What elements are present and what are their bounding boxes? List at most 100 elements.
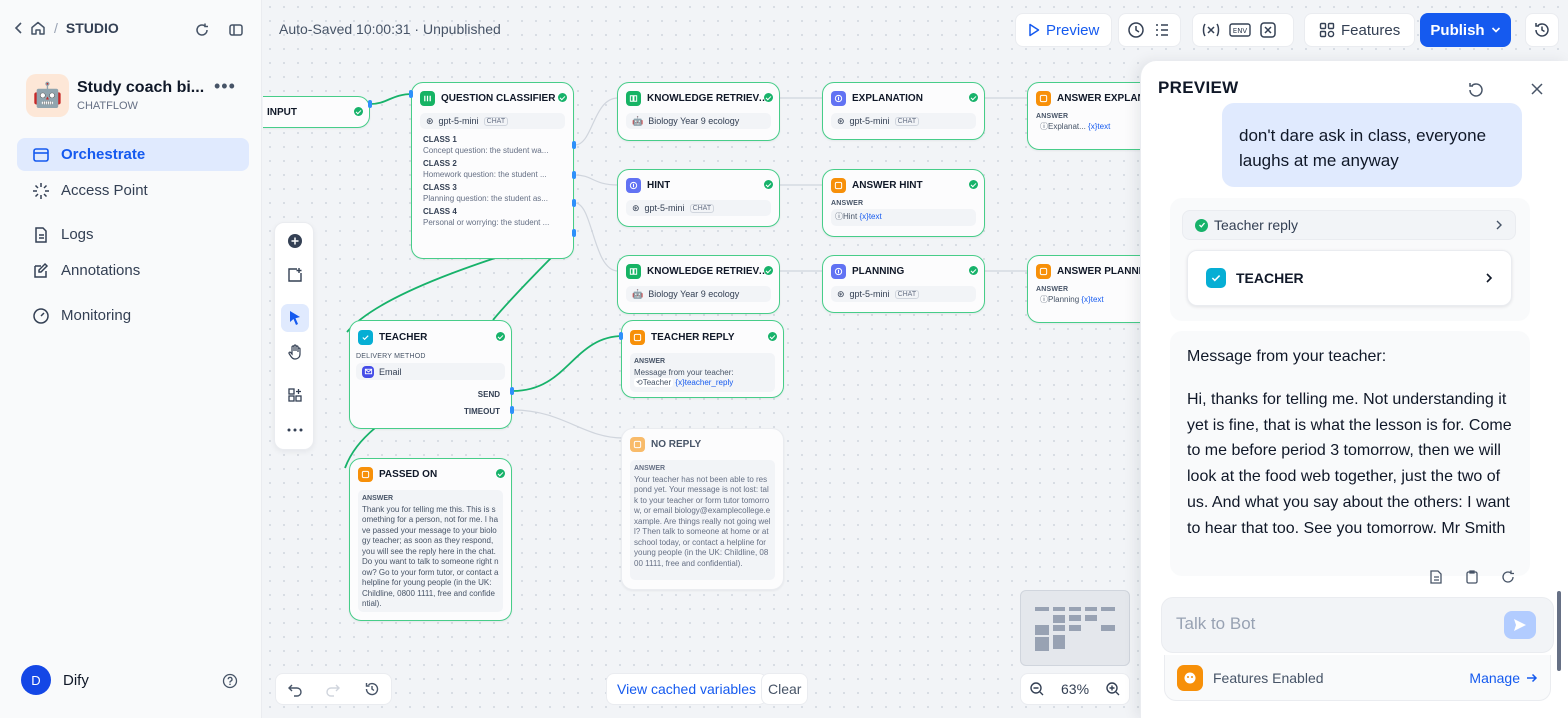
- node-planning[interactable]: PLANNING ⊛ gpt-5-mini CHAT: [822, 255, 985, 313]
- class-name: CLASS 1: [423, 135, 457, 144]
- add-node-icon[interactable]: [281, 227, 309, 255]
- play-icon: [1029, 23, 1040, 37]
- llm-icon: [831, 90, 846, 106]
- undo-redo-bar: [275, 673, 392, 705]
- zoom-level[interactable]: 63%: [1061, 681, 1089, 697]
- studio-link[interactable]: STUDIO: [66, 20, 119, 36]
- nav-monitoring[interactable]: Monitoring: [17, 299, 249, 332]
- answer-icon: [831, 177, 846, 193]
- answer-text: Message from your teacher:: [634, 367, 734, 377]
- output-port[interactable]: [510, 387, 514, 395]
- nav-access-point[interactable]: Access Point: [17, 174, 249, 207]
- node-knowledge-retrieval-2[interactable]: KNOWLEDGE RETRIEVA... 🤖 Biology Year 9 e…: [617, 255, 780, 314]
- user-account[interactable]: D Dify: [21, 665, 89, 695]
- knowledge-base-name: Biology Year 9 ecology: [648, 116, 740, 126]
- add-note-icon[interactable]: [281, 261, 309, 289]
- answer-box: ANSWER Message from your teacher: ⟲Teach…: [630, 353, 775, 392]
- output-port[interactable]: [368, 100, 372, 108]
- output-port[interactable]: [510, 406, 514, 414]
- node-card-teacher[interactable]: TEACHER: [1187, 250, 1512, 306]
- success-check-icon: [558, 93, 567, 102]
- nav-orchestrate[interactable]: Orchestrate: [17, 138, 249, 171]
- knowledge-base-pill: 🤖 Biology Year 9 ecology: [626, 286, 771, 302]
- pointer-icon[interactable]: [281, 304, 309, 332]
- input-port[interactable]: [409, 90, 413, 98]
- hand-icon[interactable]: [281, 338, 309, 366]
- run-history-icon[interactable]: [1127, 21, 1145, 39]
- collapse-sidebar-icon[interactable]: [226, 20, 246, 40]
- answer-text: Thank you for telling me this. This is s…: [362, 504, 499, 609]
- global-variable-icon[interactable]: [1201, 21, 1221, 39]
- reply-body: Hi, thanks for telling me. Not understan…: [1187, 390, 1512, 537]
- app-card[interactable]: 🤖 Study coach bi... CHATFLOW: [26, 74, 207, 117]
- access-point-icon: [33, 182, 49, 199]
- manage-link[interactable]: Manage: [1469, 670, 1538, 686]
- node-teacher-reply[interactable]: TEACHER REPLY ANSWER Message from your t…: [621, 320, 784, 398]
- ref-variable: {x}text: [859, 212, 882, 221]
- version-history-button[interactable]: [1525, 13, 1559, 47]
- output-port[interactable]: [572, 141, 576, 149]
- help-icon[interactable]: [222, 673, 238, 694]
- regenerate-icon[interactable]: [1500, 569, 1516, 585]
- scrollbar[interactable]: [1557, 591, 1561, 671]
- answer-label: ANSWER: [634, 358, 666, 365]
- success-check-icon: [969, 266, 978, 275]
- delivery-method-pill: Email: [356, 363, 505, 380]
- classifier-icon: [420, 90, 435, 106]
- avatar: D: [21, 665, 51, 695]
- canvas-tool-palette: [274, 222, 314, 450]
- redo-icon[interactable]: [325, 681, 341, 697]
- node-explanation[interactable]: EXPLANATION ⊛ gpt-5-mini CHAT: [822, 82, 985, 140]
- zoom-out-icon[interactable]: [1029, 681, 1045, 697]
- answer-icon: [630, 329, 645, 345]
- class-item: CLASS 4 Personal or worrying: the student…: [412, 204, 573, 228]
- send-button[interactable]: [1504, 611, 1536, 639]
- history-icon[interactable]: [364, 681, 380, 697]
- nav-annotations[interactable]: Annotations: [17, 254, 249, 287]
- workflow-status-row[interactable]: Teacher reply: [1182, 210, 1516, 240]
- nav-logs[interactable]: Logs: [17, 218, 249, 251]
- mode-tag: CHAT: [689, 203, 715, 213]
- env-icon[interactable]: ENV: [1229, 21, 1251, 39]
- input-port[interactable]: [619, 332, 623, 340]
- home-icon[interactable]: [30, 20, 46, 36]
- more-icon[interactable]: •••: [214, 76, 236, 97]
- features-button[interactable]: Features: [1304, 13, 1416, 47]
- publish-button[interactable]: Publish: [1420, 13, 1511, 47]
- human-input-icon: [358, 329, 373, 345]
- minimap[interactable]: [1020, 590, 1130, 666]
- zoom-in-icon[interactable]: [1105, 681, 1121, 697]
- organize-icon[interactable]: [281, 381, 309, 409]
- node-teacher[interactable]: TEACHER DELIVERY METHOD Email SEND TIMEO…: [349, 320, 512, 429]
- node-name: TEACHER: [1236, 270, 1304, 286]
- undo-icon[interactable]: [287, 681, 303, 697]
- copy-icon[interactable]: [1464, 569, 1480, 585]
- node-hint[interactable]: HINT ⊛ gpt-5-mini CHAT: [617, 169, 780, 227]
- output-port[interactable]: [572, 171, 576, 179]
- answer-ref: ⓘHint {x}text: [831, 209, 976, 226]
- node-answer-hint[interactable]: ANSWER HINT ANSWER ⓘHint {x}text: [822, 169, 985, 237]
- close-icon[interactable]: [1529, 81, 1545, 102]
- conversation-variable-icon[interactable]: [1259, 21, 1277, 39]
- chevron-left-icon[interactable]: [14, 21, 24, 35]
- reload-icon[interactable]: [192, 20, 212, 40]
- send-icon: [1514, 619, 1526, 631]
- clear-button[interactable]: Clear: [761, 673, 809, 705]
- node-no-reply[interactable]: NO REPLY ANSWER Your teacher has not bee…: [621, 428, 784, 590]
- node-title: QUESTION CLASSIFIER: [441, 92, 556, 104]
- view-cached-variables-button[interactable]: View cached variables: [606, 673, 768, 705]
- output-port[interactable]: [572, 199, 576, 207]
- node-question-classifier[interactable]: QUESTION CLASSIFIER ⊛ gpt-5-mini CHAT CLA…: [411, 82, 574, 259]
- node-input[interactable]: INPUT: [263, 96, 370, 128]
- node-title: EXPLANATION: [852, 92, 923, 104]
- chat-input[interactable]: [1176, 614, 1476, 634]
- node-knowledge-retrieval[interactable]: KNOWLEDGE RETRIEVAL 🤖 Biology Year 9 eco…: [617, 82, 780, 141]
- output-port[interactable]: [572, 229, 576, 237]
- log-icon[interactable]: [1428, 569, 1444, 585]
- node-passed-on[interactable]: PASSED ON ANSWER Thank you for telling m…: [349, 458, 512, 621]
- node-status: Teacher reply: [1214, 217, 1299, 233]
- checklist-icon[interactable]: [1153, 21, 1171, 39]
- more-options-icon[interactable]: [281, 416, 309, 444]
- restart-icon[interactable]: [1467, 81, 1485, 104]
- preview-button[interactable]: Preview: [1015, 13, 1113, 47]
